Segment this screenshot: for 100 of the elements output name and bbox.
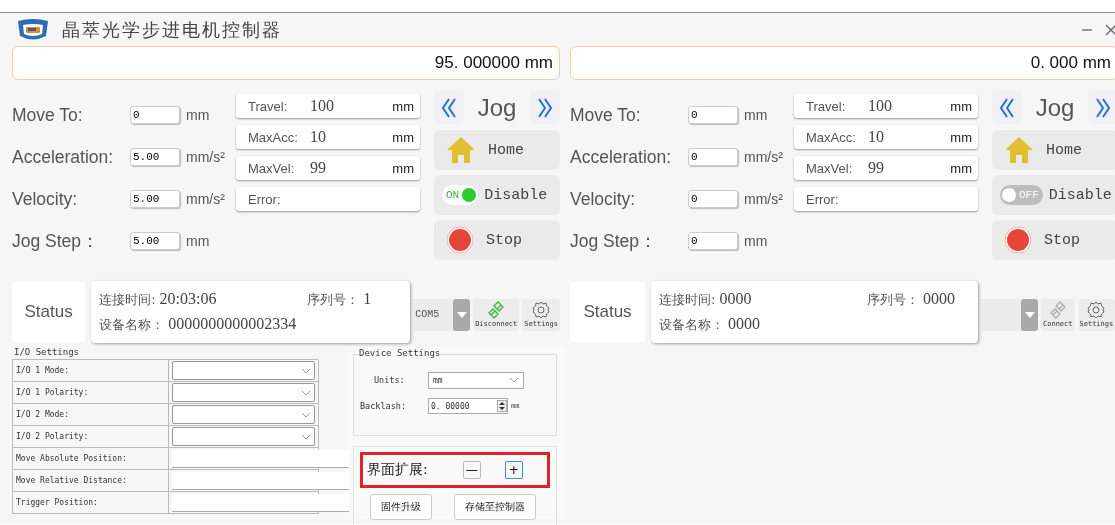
field-label: Velocity:	[12, 188, 79, 210]
number-input[interactable]: 0	[688, 106, 738, 124]
setting-label: Move Relative Distance:	[13, 470, 169, 492]
home-button[interactable]: Home	[992, 130, 1115, 170]
button-label: Disable	[484, 186, 548, 204]
field-label: Move To:	[12, 104, 84, 126]
save-to-controller-button[interactable]: 存储至控制器	[454, 494, 536, 520]
number-input[interactable]: 0	[130, 106, 180, 124]
unit-label: mm/s²	[744, 191, 783, 207]
field-label: Move To:	[570, 104, 642, 126]
stop-circle-icon	[446, 226, 474, 254]
number-input[interactable]: 5.00	[130, 232, 180, 250]
unit-label: mm	[744, 107, 768, 123]
link-icon	[487, 301, 506, 319]
unit-label: mm	[950, 160, 972, 176]
number-input[interactable]: 5.00	[130, 190, 180, 208]
parameter-value: 100	[868, 97, 893, 115]
dropdown-field[interactable]	[172, 405, 315, 424]
parameter-value: 10	[868, 128, 885, 146]
units-dropdown[interactable]: mm	[428, 371, 524, 389]
parameter-label: MaxVel:	[248, 160, 296, 176]
disable-button[interactable]: ON Disable	[434, 175, 560, 215]
button-label: Disable	[1048, 186, 1112, 204]
status-field-value: 1	[363, 289, 372, 308]
unit-label: mm	[186, 107, 210, 123]
unit-label: mm	[392, 98, 414, 114]
home-button[interactable]: Home	[434, 130, 560, 170]
text-input[interactable]	[172, 449, 349, 468]
stop-circle-icon	[1004, 226, 1032, 254]
dropdown-arrow-icon	[456, 311, 467, 318]
link-icon	[1048, 301, 1067, 319]
number-input[interactable]: 0	[688, 190, 738, 208]
setting-label: I/O 1 Polarity:	[13, 382, 169, 404]
unit-label: mm/s²	[186, 191, 225, 207]
parameter-value: 10	[310, 128, 327, 146]
parameter-label: MaxVel:	[806, 160, 854, 176]
stop-button[interactable]: Stop	[434, 220, 560, 260]
group-title: I/O Settings	[14, 347, 80, 357]
position-display: 0. 000 mm	[570, 46, 1115, 80]
dropdown-field[interactable]	[172, 383, 315, 402]
port-dropdown[interactable]	[981, 298, 1038, 331]
backlash-spinbox[interactable]: 0. 00000	[428, 398, 508, 414]
jog-back-button[interactable]	[434, 91, 464, 124]
setting-label: Trigger Position:	[13, 492, 169, 514]
parameter-label: Error:	[806, 191, 840, 207]
parameter-label: MaxAcc:	[248, 129, 299, 145]
firmware-upgrade-button[interactable]: 固件升级	[370, 494, 432, 520]
chevron-down-icon	[301, 433, 311, 440]
jog-forward-button[interactable]	[530, 91, 560, 124]
status-field-value: 20:03:06	[159, 289, 217, 308]
house-icon	[1004, 136, 1034, 164]
jog-forward-button[interactable]	[1088, 91, 1115, 124]
house-icon	[446, 136, 476, 164]
field-label: Acceleration:	[570, 146, 673, 168]
field-label: Units:	[373, 375, 406, 385]
status-field-value: 0000	[719, 289, 752, 308]
parameter-label: Travel:	[248, 98, 289, 114]
chevron-down-icon	[301, 367, 311, 374]
unit-label: mm	[950, 129, 972, 145]
position-display: 95. 000000 mm	[12, 46, 560, 80]
spinner-arrows-icon	[497, 400, 507, 412]
status-label: Status	[12, 281, 86, 342]
parameter-value: 99	[868, 159, 885, 177]
group-title: Device Settings	[359, 348, 441, 358]
status-field-value: 0000	[923, 289, 955, 308]
status-field-label: 连接时间:	[659, 290, 716, 309]
field-label: Velocity:	[570, 188, 637, 210]
unit-label: mm/s²	[186, 149, 225, 165]
jog-back-button[interactable]	[992, 91, 1022, 124]
text-input[interactable]	[172, 471, 349, 490]
jog-label: Jog	[1035, 93, 1075, 122]
unit-label: mm/s²	[744, 149, 783, 165]
number-input[interactable]: 5.00	[130, 148, 180, 166]
status-field-label: 设备名称：	[99, 315, 165, 334]
dropdown-field[interactable]	[172, 427, 315, 446]
plus-button[interactable]: +	[504, 461, 523, 479]
status-field-value: 0000000000002334	[168, 314, 297, 333]
close-icon[interactable]	[1105, 23, 1115, 36]
settings-icon	[1087, 301, 1106, 319]
minus-button[interactable]: —	[462, 461, 481, 479]
setting-label: Move Absolute Position:	[13, 448, 169, 470]
disable-button[interactable]: OFF Disable	[992, 175, 1115, 215]
dropdown-field[interactable]	[172, 361, 315, 380]
status-label: Status	[570, 281, 645, 342]
jog-label: Jog	[477, 93, 517, 122]
expand-label: 界面扩展:	[367, 461, 429, 479]
parameter-value: 100	[310, 97, 335, 115]
setting-label: I/O 2 Mode:	[13, 404, 169, 426]
status-field-value: 0000	[728, 314, 760, 333]
stop-button[interactable]: Stop	[992, 220, 1115, 260]
parameter-label: MaxAcc:	[806, 129, 857, 145]
number-input[interactable]: 0	[688, 232, 738, 250]
field-label: Backlash:	[360, 401, 408, 411]
text-input[interactable]	[172, 493, 349, 512]
parameter-label: Error:	[248, 191, 282, 207]
number-input[interactable]: 0	[688, 148, 738, 166]
status-field-label: 序列号：	[307, 290, 360, 309]
dropdown-arrow-icon	[1024, 311, 1035, 318]
unit-label: mm	[186, 233, 210, 249]
chevron-down-icon	[301, 411, 311, 418]
